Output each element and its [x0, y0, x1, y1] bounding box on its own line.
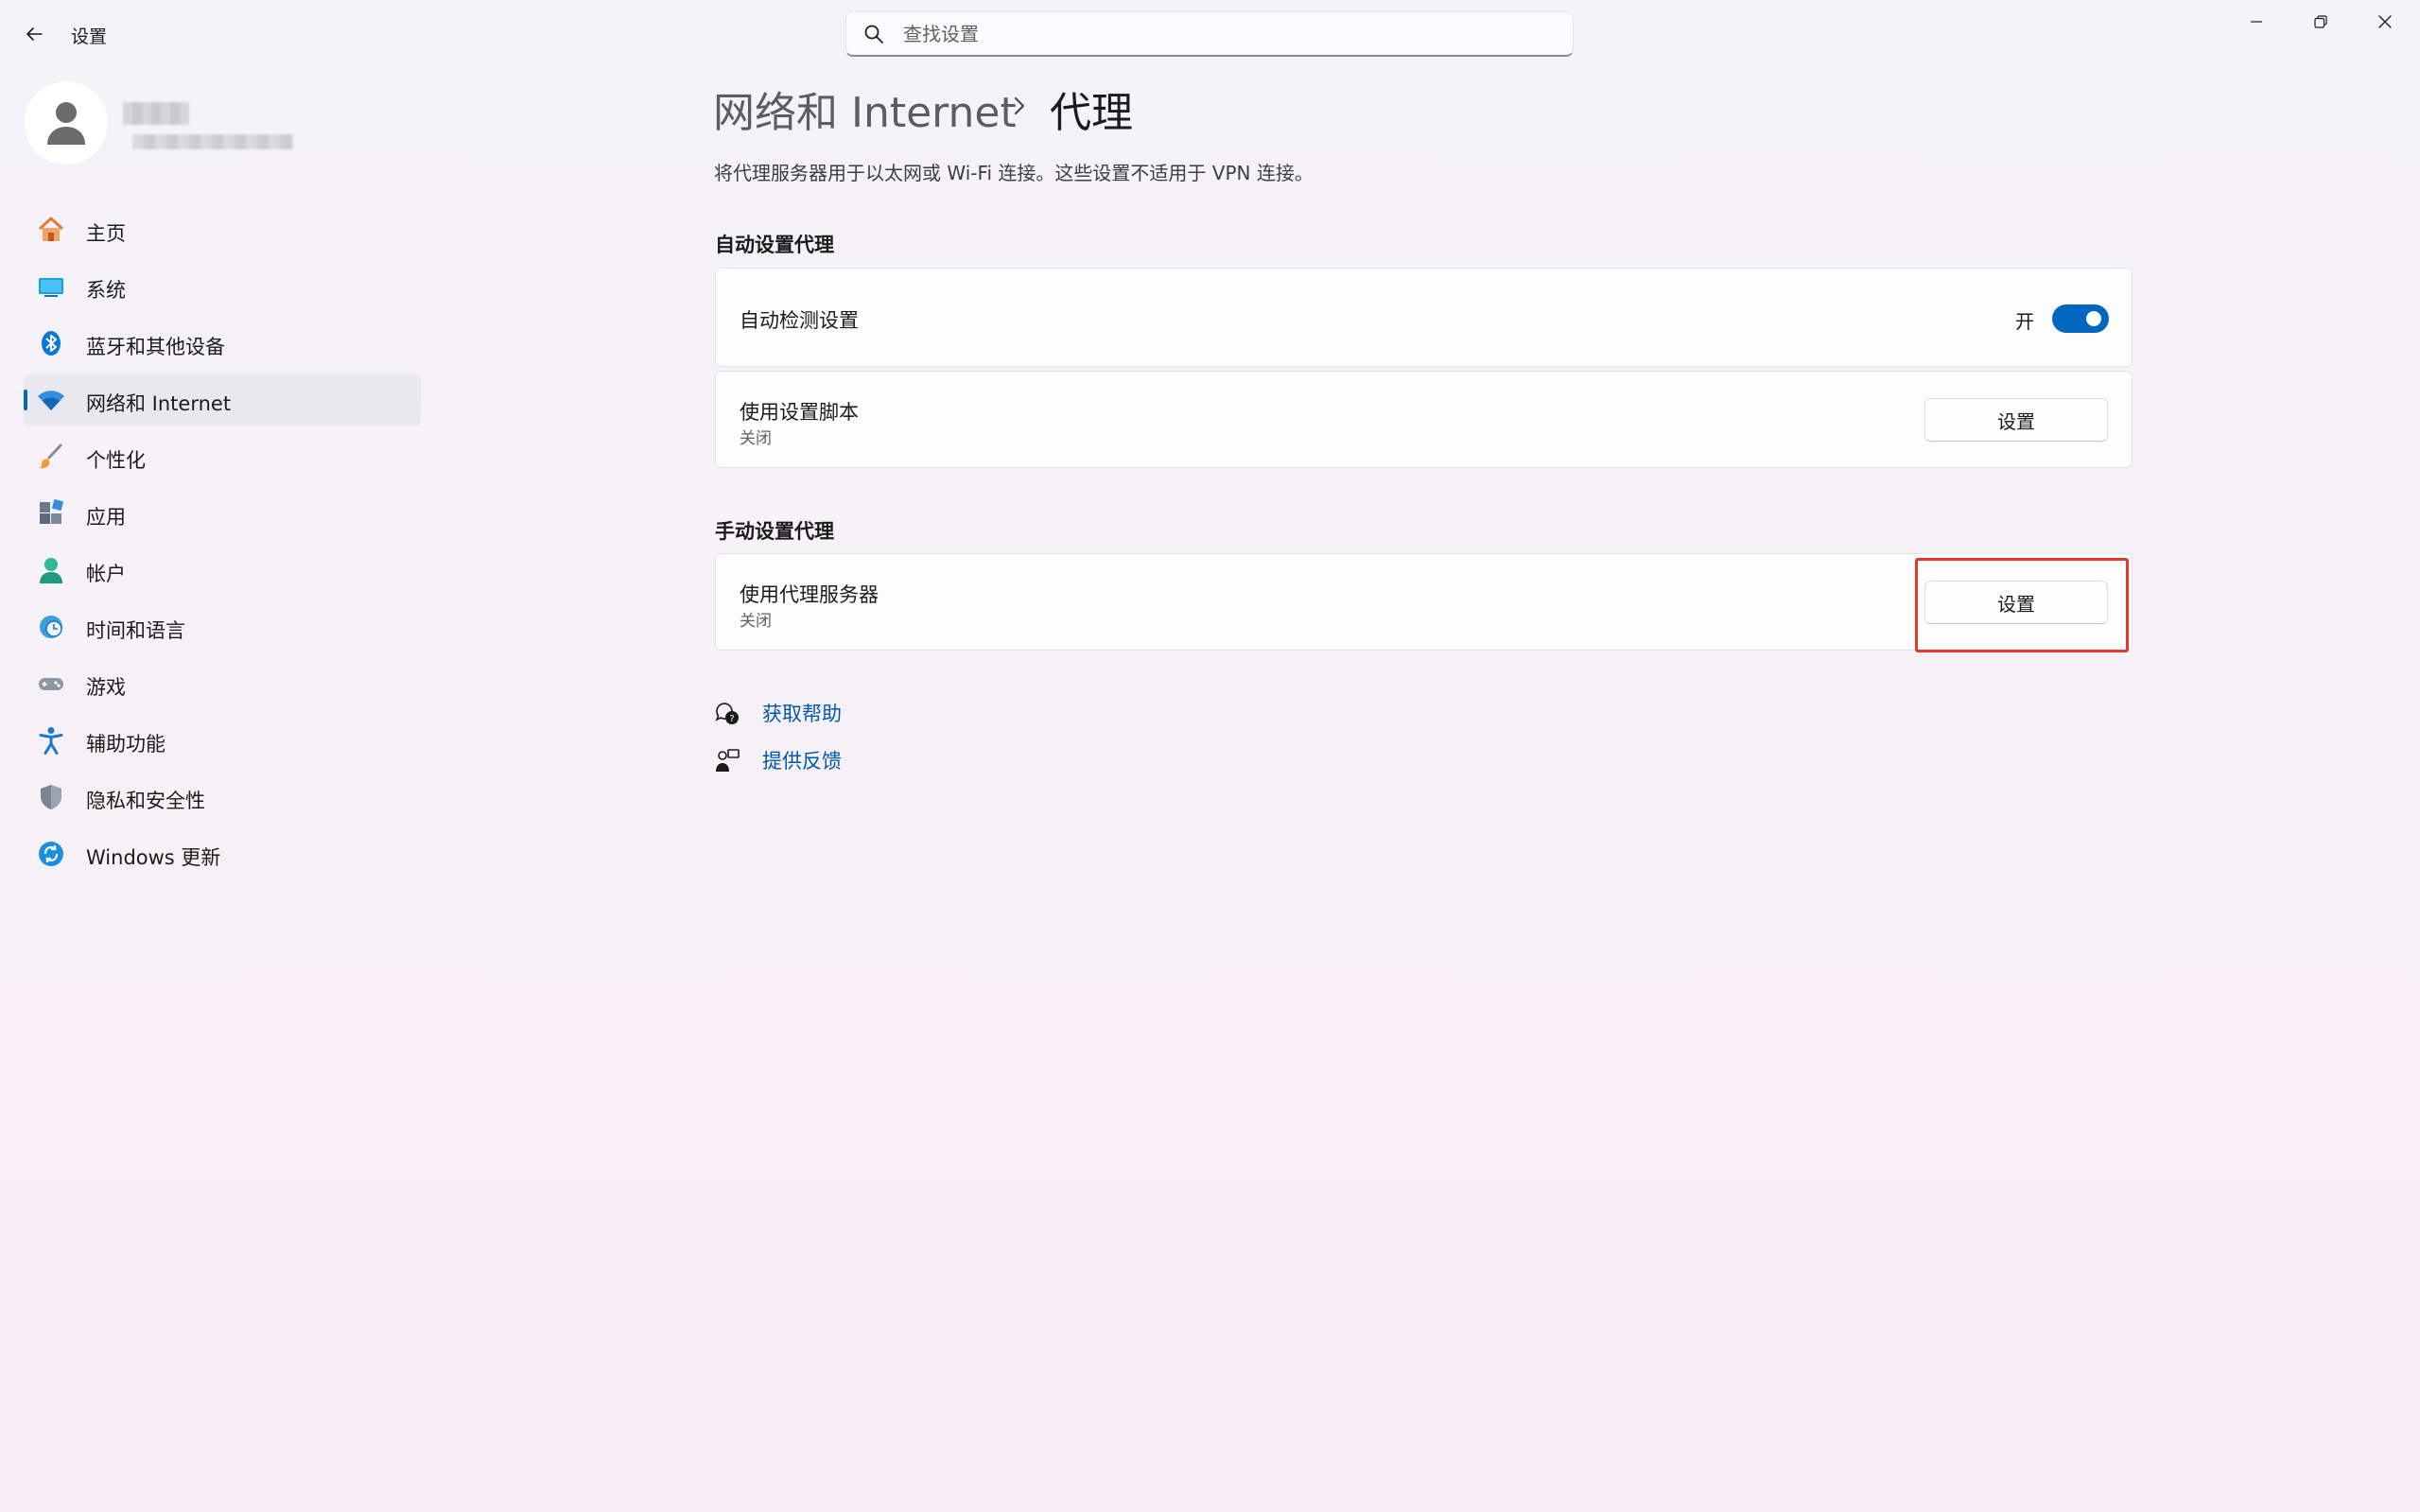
sidebar-item-label: 辅助功能	[86, 733, 165, 756]
brush-icon	[37, 443, 65, 471]
get-help-link[interactable]: ? 获取帮助	[713, 697, 842, 729]
sidebar-item-label: Windows 更新	[86, 846, 221, 869]
close-button[interactable]	[2353, 0, 2417, 43]
sidebar-item-label: 游戏	[86, 676, 126, 699]
sidebar-item-label: 蓝牙和其他设备	[86, 336, 225, 358]
back-arrow-icon	[26, 27, 43, 41]
proxy-server-status: 关闭	[740, 612, 772, 631]
restore-icon	[2314, 15, 2327, 28]
sidebar-item-apps[interactable]: 应用	[24, 488, 421, 539]
account-icon	[37, 556, 65, 584]
sidebar-item-privacy[interactable]: 隐私和安全性	[24, 772, 421, 823]
give-feedback-text[interactable]: 提供反馈	[762, 746, 842, 774]
auto-detect-label: 自动检测设置	[740, 309, 859, 332]
search-box[interactable]	[845, 11, 1574, 57]
setup-script-label: 使用设置脚本	[740, 401, 859, 424]
setup-script-card: 使用设置脚本 关闭 设置	[715, 371, 2133, 468]
sidebar-item-windows-update[interactable]: Windows 更新	[24, 828, 421, 879]
search-input[interactable]	[901, 21, 1548, 46]
home-icon	[37, 216, 65, 244]
apps-icon	[37, 499, 65, 528]
sidebar-item-label: 主页	[86, 222, 126, 245]
minimize-icon	[2251, 21, 2262, 23]
sidebar-item-personalization[interactable]: 个性化	[24, 431, 421, 482]
sidebar-nav: 主页 系统 蓝牙和其他设备 网络和 Internet 个性化 应用 帐户 时间和…	[24, 204, 421, 885]
auto-detect-card: 自动检测设置 开	[715, 268, 2133, 367]
page-title: 代理	[1050, 89, 1133, 137]
restore-button[interactable]	[2289, 0, 2353, 43]
avatar[interactable]	[25, 81, 108, 165]
user-icon	[47, 102, 85, 145]
sidebar-item-system[interactable]: 系统	[24, 261, 421, 312]
sidebar-item-bluetooth[interactable]: 蓝牙和其他设备	[24, 318, 421, 369]
sidebar-item-label: 系统	[86, 279, 126, 302]
close-icon	[2378, 15, 2392, 28]
breadcrumb-parent[interactable]: 网络和 Internet	[713, 78, 1017, 139]
user-email-blurred	[132, 134, 293, 149]
sidebar-item-label: 网络和 Internet	[86, 392, 232, 415]
highlight-box	[1915, 558, 2129, 652]
auto-detect-toggle[interactable]	[2052, 304, 2109, 333]
user-name-blurred	[123, 102, 189, 125]
setup-script-settings-button[interactable]: 设置	[1924, 398, 2108, 442]
setup-script-status: 关闭	[740, 429, 772, 448]
monitor-icon	[37, 272, 65, 301]
chevron-right-icon	[1014, 96, 1025, 115]
app-title: 设置	[71, 26, 108, 47]
page-description: 将代理服务器用于以太网或 Wi-Fi 连接。这些设置不适用于 VPN 连接。	[714, 162, 1314, 184]
update-icon	[37, 840, 65, 868]
sidebar-item-accessibility[interactable]: 辅助功能	[24, 715, 421, 766]
svg-text:?: ?	[729, 714, 734, 724]
feedback-icon	[713, 746, 741, 774]
sidebar-item-accounts[interactable]: 帐户	[24, 545, 421, 596]
search-icon	[863, 22, 888, 46]
give-feedback-link[interactable]: 提供反馈	[713, 744, 842, 776]
minimize-button[interactable]	[2224, 0, 2289, 43]
section-title-auto: 自动设置代理	[715, 234, 834, 256]
sidebar-item-label: 个性化	[86, 449, 146, 472]
bluetooth-icon	[37, 329, 65, 357]
back-button[interactable]	[17, 17, 51, 51]
sidebar-item-home[interactable]: 主页	[24, 204, 421, 255]
get-help-text[interactable]: 获取帮助	[762, 699, 842, 727]
proxy-server-label: 使用代理服务器	[740, 583, 879, 606]
section-title-manual: 手动设置代理	[715, 520, 834, 543]
help-chat-icon: ?	[713, 699, 741, 727]
wifi-icon	[37, 386, 65, 414]
sidebar-item-label: 帐户	[86, 563, 126, 585]
toggle-knob	[2086, 311, 2101, 326]
sidebar-item-network[interactable]: 网络和 Internet	[24, 374, 421, 426]
sidebar-item-label: 隐私和安全性	[86, 790, 205, 812]
auto-detect-state: 开	[2015, 310, 2034, 333]
globe-clock-icon	[37, 613, 65, 641]
gamepad-icon	[37, 669, 65, 698]
sidebar-item-time-language[interactable]: 时间和语言	[24, 601, 421, 652]
sidebar-item-gaming[interactable]: 游戏	[24, 658, 421, 709]
shield-icon	[37, 783, 65, 811]
sidebar-item-label: 应用	[86, 506, 126, 529]
accessibility-icon	[37, 726, 65, 755]
sidebar-item-label: 时间和语言	[86, 619, 185, 642]
